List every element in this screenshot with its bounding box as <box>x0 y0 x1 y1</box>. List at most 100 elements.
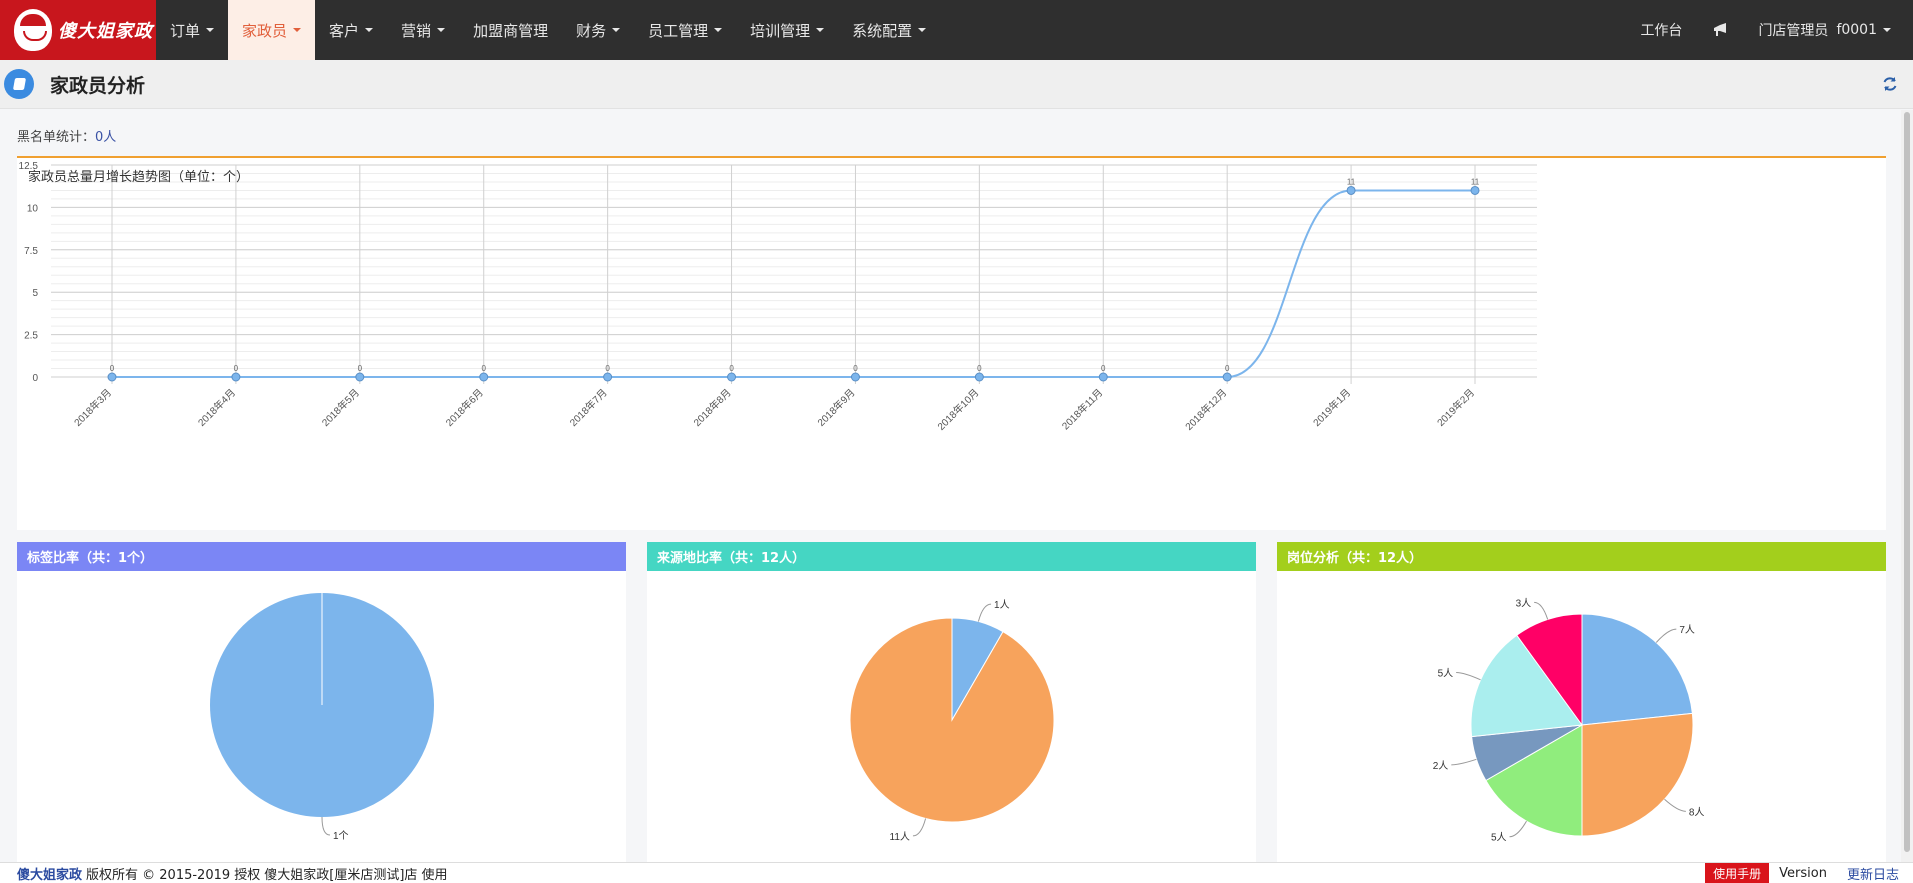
nav-item-label: 客户 <box>329 21 360 40</box>
x-tick-label: 2018年5月 <box>319 386 362 429</box>
nav-item-8[interactable]: 系统配置 <box>838 0 940 60</box>
nav-item-3[interactable]: 营销 <box>387 0 459 60</box>
slice-label: 5人 <box>1438 668 1454 680</box>
data-point[interactable] <box>355 372 365 382</box>
manual-button[interactable]: 使用手册 <box>1705 862 1770 883</box>
data-label: 0 <box>1225 364 1230 373</box>
data-point[interactable] <box>1470 185 1480 195</box>
data-point[interactable] <box>479 372 489 382</box>
version-label[interactable]: Version <box>1779 866 1827 881</box>
user-menu[interactable]: 门店管理员 f0001 <box>1758 20 1891 40</box>
chevron-down-icon <box>816 28 825 32</box>
blacklist-value[interactable]: 0人 <box>95 130 116 145</box>
data-point[interactable] <box>1222 372 1232 382</box>
data-label: 0 <box>853 364 858 373</box>
scrollbar-thumb[interactable] <box>1904 112 1910 852</box>
data-point[interactable] <box>974 372 984 382</box>
nav-item-label: 订单 <box>170 21 201 40</box>
chevron-down-icon <box>293 28 302 32</box>
nav-item-7[interactable]: 培训管理 <box>736 0 838 60</box>
nav-item-5[interactable]: 财务 <box>562 0 634 60</box>
data-point[interactable] <box>1346 185 1356 195</box>
data-label: 11 <box>1471 177 1480 186</box>
pie-slice[interactable] <box>849 617 1055 823</box>
data-point[interactable] <box>850 372 860 382</box>
nav-item-label: 家政员 <box>242 21 288 40</box>
chevron-down-icon <box>365 28 374 32</box>
data-label: 11 <box>1347 177 1356 186</box>
slice-label: 11人 <box>890 831 910 843</box>
notification-icon[interactable] <box>1712 22 1728 38</box>
nav-item-2[interactable]: 客户 <box>315 0 387 60</box>
data-point[interactable] <box>107 372 117 382</box>
nav-item-1[interactable]: 家政员 <box>228 0 316 60</box>
pie-slice[interactable] <box>1581 613 1693 726</box>
page-title: 家政员分析 <box>50 74 146 97</box>
slice-label: 1个 <box>333 830 349 842</box>
position-analysis-pie: 7人 8人 5人 2人 5人 3人 <box>1433 597 1705 844</box>
chevron-down-icon <box>918 28 927 32</box>
x-tick-label: 2018年11月 <box>1059 386 1105 432</box>
user-id: f0001 <box>1836 22 1877 38</box>
top-navbar: 傻大姐家政 订单 家政员 客户 营销 加盟商管理 财务 员工管理 培训管理 系统配置 工作台 门… <box>0 0 1913 60</box>
data-label: 0 <box>729 364 734 373</box>
user-role: 门店管理员 <box>1758 23 1829 39</box>
data-label: 0 <box>110 364 115 373</box>
chevron-down-icon <box>612 28 621 32</box>
data-label: 0 <box>977 364 982 373</box>
chevron-down-icon <box>1883 28 1891 32</box>
label-connector <box>1509 820 1527 838</box>
label-connector <box>977 603 992 622</box>
slice-label: 1人 <box>994 599 1010 611</box>
tag-ratio-card: 标签比率（共：1个） 1个 <box>17 542 626 862</box>
x-tick-label: 2019年1月 <box>1310 386 1353 429</box>
pie-slice[interactable] <box>1581 712 1694 837</box>
nav-right: 工作台 门店管理员 f0001 <box>1610 0 1913 60</box>
data-point[interactable] <box>1098 372 1108 382</box>
nav-item-label: 财务 <box>576 21 607 40</box>
data-point[interactable] <box>603 372 613 382</box>
chevron-down-icon <box>437 28 446 32</box>
data-label: 0 <box>605 364 610 373</box>
source-ratio-pie: 1人 11人 <box>849 599 1055 843</box>
data-point[interactable] <box>231 372 241 382</box>
label-connector <box>1534 601 1549 620</box>
nav-item-0[interactable]: 订单 <box>156 0 228 60</box>
x-tick-label: 2018年7月 <box>567 386 610 429</box>
logo-face-icon <box>14 9 52 51</box>
footer-licensee: 傻大姐家政[厘米店测试]店 使用 <box>264 867 448 883</box>
footer: 傻大姐家政 版权所有 © 2015-2019 授权 傻大姐家政[厘米店测试]店 … <box>0 862 1913 883</box>
tag-ratio-title: 标签比率（共：1个） <box>17 542 626 571</box>
changelog-link[interactable]: 更新日志 <box>1847 864 1899 883</box>
footer-brand-link[interactable]: 傻大姐家政 <box>17 864 82 883</box>
nav-item-6[interactable]: 员工管理 <box>634 0 736 60</box>
logo-text: 傻大姐家政 <box>58 21 153 42</box>
blacklist-stat: 黑名单统计：0人 <box>17 126 116 145</box>
y-tick-label: 10 <box>27 203 39 214</box>
x-tick-label: 2018年10月 <box>935 386 982 433</box>
nav-item-4[interactable]: 加盟商管理 <box>459 0 562 60</box>
x-tick-label: 2019年2月 <box>1434 386 1477 429</box>
slice-label: 5人 <box>1491 832 1507 844</box>
tag-ratio-pie: 1个 <box>210 593 434 842</box>
data-point[interactable] <box>727 372 737 382</box>
x-tick-label: 2018年6月 <box>443 386 486 429</box>
label-connector <box>1451 758 1477 766</box>
main-nav: 订单 家政员 客户 营销 加盟商管理 财务 员工管理 培训管理 系统配置 <box>156 0 940 60</box>
label-connector <box>912 818 927 837</box>
source-ratio-card: 来源地比率（共：12人） 1人 11人 <box>647 542 1256 862</box>
blacklist-label: 黑名单统计： <box>17 130 96 145</box>
slice-label: 3人 <box>1516 597 1532 609</box>
brand-logo[interactable]: 傻大姐家政 <box>0 0 156 60</box>
workbench-link[interactable]: 工作台 <box>1640 20 1682 40</box>
data-label: 0 <box>358 364 363 373</box>
nav-item-label: 加盟商管理 <box>473 21 549 40</box>
y-tick-label: 5 <box>32 288 38 299</box>
x-tick-label: 2018年12月 <box>1182 386 1229 433</box>
slice-label: 7人 <box>1679 624 1695 636</box>
refresh-icon[interactable] <box>1881 75 1899 93</box>
x-tick-label: 2018年8月 <box>691 386 734 429</box>
y-tick-label: 2.5 <box>24 331 38 342</box>
page-scrollbar[interactable] <box>1901 110 1913 862</box>
source-ratio-title: 来源地比率（共：12人） <box>647 542 1256 571</box>
